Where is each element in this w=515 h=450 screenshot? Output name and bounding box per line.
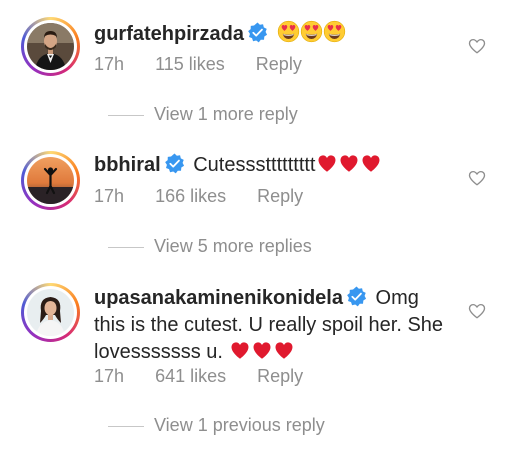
avatar-image-sunset-silhouette	[27, 157, 74, 204]
red-heart-emoji-icon	[251, 339, 273, 361]
comment-meta: 17h 166 likes Reply	[94, 186, 329, 207]
divider-line	[108, 425, 144, 427]
avatar	[27, 157, 74, 204]
comment-meta: 17h 115 likes Reply	[94, 54, 328, 75]
view-replies-label: View 1 previous reply	[154, 415, 325, 435]
like-heart-icon[interactable]	[468, 37, 486, 55]
red-heart-emoji-icon	[273, 339, 295, 361]
verified-badge-icon	[247, 22, 268, 43]
comment-text: bbhiral Cutesssttttttttt	[94, 152, 450, 179]
timestamp: 17h	[94, 186, 125, 206]
view-replies-button[interactable]: View 1 previous reply	[108, 415, 325, 436]
red-heart-emoji-icon	[360, 152, 382, 174]
comment-text: gurfatehpirzada	[94, 20, 450, 48]
username[interactable]: bbhiral	[94, 154, 161, 176]
comment-text: upasanakaminenikonidela Omg this is the …	[94, 285, 450, 366]
heart-eyes-emoji-icon	[300, 20, 323, 43]
red-heart-emoji-icon	[338, 152, 360, 174]
reply-button[interactable]: Reply	[257, 186, 303, 206]
avatar-border	[24, 20, 77, 73]
username[interactable]: gurfatehpirzada	[94, 23, 244, 45]
divider-line	[108, 246, 144, 248]
like-heart-icon[interactable]	[468, 302, 486, 320]
like-count[interactable]: 166 likes	[155, 186, 226, 206]
heart-eyes-emoji-icon	[323, 20, 346, 43]
avatar-story-ring[interactable]	[21, 17, 80, 76]
avatar	[27, 23, 74, 70]
verified-badge-icon	[346, 286, 367, 307]
comment-body: Cutesssttttttttt	[193, 154, 316, 176]
avatar-story-ring[interactable]	[21, 283, 80, 342]
username[interactable]: upasanakaminenikonidela	[94, 287, 343, 309]
comment-meta: 17h 641 likes Reply	[94, 366, 329, 387]
divider-line	[108, 114, 144, 116]
avatar-image-man-in-suit	[27, 23, 74, 70]
red-heart-emoji-icon	[229, 339, 251, 361]
reply-button[interactable]: Reply	[257, 366, 303, 386]
view-replies-label: View 1 more reply	[154, 104, 298, 124]
like-heart-icon[interactable]	[468, 169, 486, 187]
like-count[interactable]: 641 likes	[155, 366, 226, 386]
reply-button[interactable]: Reply	[256, 54, 302, 74]
view-replies-button[interactable]: View 1 more reply	[108, 104, 298, 125]
avatar-border	[24, 286, 77, 339]
avatar-border	[24, 154, 77, 207]
view-replies-button[interactable]: View 5 more replies	[108, 236, 312, 257]
avatar-image-woman-portrait	[27, 289, 74, 336]
view-replies-label: View 5 more replies	[154, 236, 312, 256]
avatar-story-ring[interactable]	[21, 151, 80, 210]
timestamp: 17h	[94, 366, 125, 386]
avatar	[27, 289, 74, 336]
red-heart-emoji-icon	[316, 152, 338, 174]
like-count[interactable]: 115 likes	[155, 54, 225, 74]
heart-eyes-emoji-icon	[277, 20, 300, 43]
timestamp: 17h	[94, 54, 125, 74]
verified-badge-icon	[164, 153, 185, 174]
